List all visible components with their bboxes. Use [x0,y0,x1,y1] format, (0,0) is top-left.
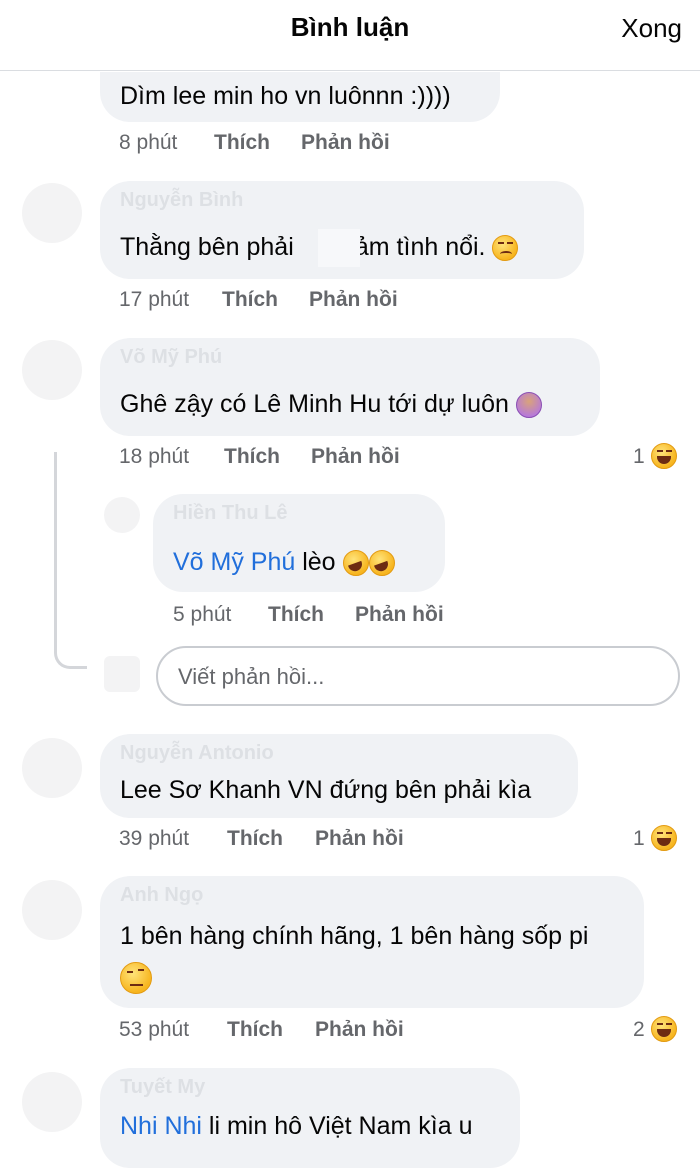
reply-meta: 5 phút Thích Phản hồi [173,603,473,629]
comment-text: 1 bên hàng chính hãng, 1 bên hàng sốp pi [120,922,589,950]
censored-text-patch [318,229,360,267]
done-button[interactable]: Xong [621,13,682,44]
mention-link[interactable]: Nhi Nhi [120,1112,202,1140]
reaction-number: 1 [633,827,645,850]
reply-button[interactable]: Phản hồi [311,445,400,469]
comment-meta: 39 phút Thích Phản hồi [119,827,419,853]
comment-text-content: Thằng bên phải cảm tình nổi. [120,233,486,261]
comment-text-content: li min hô Việt Nam kìa u [201,1112,473,1140]
comment-bubble[interactable]: Tuyết My Nhi Nhi li min hô Việt Nam kìa … [100,1068,520,1168]
avatar[interactable] [22,183,82,243]
avatar[interactable] [22,738,82,798]
like-button[interactable]: Thích [224,445,280,469]
comment-time: 8 phút [119,131,178,154]
reply-button[interactable]: Phản hồi [315,827,404,851]
shrugging-woman-emoji [515,392,542,419]
avatar[interactable] [22,340,82,400]
reply-time: 5 phút [173,603,232,626]
reaction-count[interactable]: 1 [633,825,683,855]
reply-button[interactable]: Phản hồi [309,288,398,312]
reaction-number: 2 [633,1018,645,1041]
comment-time: 18 phút [119,445,190,468]
comment-text: Dìm lee min ho vn luônnn :)))) [120,82,451,110]
comment-author[interactable]: Nguyễn Antonio [120,742,274,765]
woozy-face-emoji [492,235,519,262]
comment-bubble[interactable]: Dìm lee min ho vn luônnn :)))) [100,72,500,122]
comment-time: 39 phút [119,827,190,850]
comment-meta: 53 phút Thích Phản hồi [119,1018,419,1044]
thread-connector [54,452,87,669]
comment-author[interactable]: Võ Mỹ Phú [120,346,222,369]
comment-text: Lee Sơ Khanh VN đứng bên phải kìa [120,776,532,804]
reply-text-content: lèo [295,548,336,576]
comment-time: 17 phút [119,288,190,311]
comment-text: Nhi Nhi li min hô Việt Nam kìa u [120,1112,472,1141]
like-button[interactable]: Thích [227,827,283,851]
like-button[interactable]: Thích [222,288,278,312]
reply-author[interactable]: Hiền Thu Lê [173,502,287,525]
comment-meta: 8 phút Thích Phản hồi [119,131,419,157]
comment-text-content: Ghê zậy có Lê Minh Hu tới dự luôn [120,390,509,418]
laughing-reaction-icon [651,825,677,851]
reply-input[interactable]: Viết phản hồi... [156,646,680,706]
like-button[interactable]: Thích [214,131,270,155]
comment-bubble[interactable]: Anh Ngọ 1 bên hàng chính hãng, 1 bên hàn… [100,876,644,1008]
like-button[interactable]: Thích [227,1018,283,1042]
comment-bubble[interactable]: Nguyễn Antonio Lee Sơ Khanh VN đứng bên … [100,734,578,818]
face-with-raised-eyebrow-emoji [120,962,152,994]
reply-button[interactable]: Phản hồi [355,603,444,627]
avatar [104,656,140,692]
reply-text: Võ Mỹ Phú lèo [173,548,395,577]
rofl-emoji [342,550,369,577]
mention-link[interactable]: Võ Mỹ Phú [173,548,295,576]
comment-author[interactable]: Nguyễn Bình [120,189,243,212]
reply-bubble[interactable]: Hiền Thu Lê Võ Mỹ Phú lèo [153,494,445,592]
header-bar: Bình luận Xong [0,0,700,71]
laughing-reaction-icon [651,443,677,469]
comment-author[interactable]: Tuyết My [120,1076,205,1099]
comment-meta: 17 phút Thích Phản hồi [119,288,419,314]
reaction-count[interactable]: 1 [633,443,683,473]
comment-text-line2 [120,962,152,994]
avatar[interactable] [22,880,82,940]
reaction-number: 1 [633,445,645,468]
comment-time: 53 phút [119,1018,190,1041]
reply-button[interactable]: Phản hồi [301,131,390,155]
comment-meta: 18 phút Thích Phản hồi [119,445,419,471]
like-button[interactable]: Thích [268,603,324,627]
comment-bubble[interactable]: Võ Mỹ Phú Ghê zậy có Lê Minh Hu tới dự l… [100,338,600,436]
avatar[interactable] [104,497,140,533]
reaction-count[interactable]: 2 [633,1016,683,1046]
avatar[interactable] [22,1072,82,1132]
comment-author[interactable]: Anh Ngọ [120,884,203,907]
laughing-reaction-icon [651,1016,677,1042]
reply-input-placeholder: Viết phản hồi... [178,664,325,689]
comment-text: Ghê zậy có Lê Minh Hu tới dự luôn [120,390,542,419]
reply-button[interactable]: Phản hồi [315,1018,404,1042]
rofl-emoji [368,550,395,577]
page-title: Bình luận [290,12,410,42]
